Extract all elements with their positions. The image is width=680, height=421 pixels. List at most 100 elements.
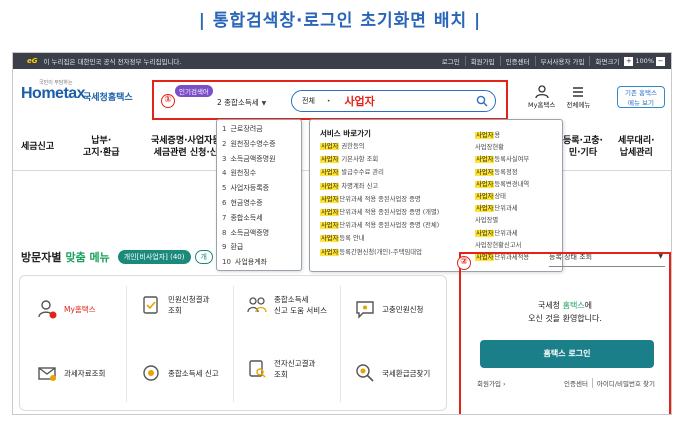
service-link[interactable]: 사업자 권한등의 — [320, 140, 439, 153]
nav-item-certificates[interactable]: 국세증명·사업자등 세금관련 신청·신 — [151, 135, 221, 159]
popular-item[interactable]: 2 원천징수영수증 — [217, 137, 301, 152]
service-link[interactable]: 사업자 차명계좌 신고 — [320, 180, 439, 193]
service-link-text: 단위과세 — [494, 205, 518, 213]
zoom-in-button[interactable]: + — [624, 56, 634, 66]
nav-item-line1: 등록·고충· — [563, 136, 603, 146]
nav-item-line2: 세금관련 신청·신 — [153, 148, 219, 158]
tab-next[interactable]: 개 — [194, 250, 213, 264]
popular-item[interactable]: 4 원천징수 — [217, 166, 301, 181]
popular-item[interactable]: 10 사업용계좌 — [217, 255, 301, 270]
popular-text: 종합소득세 — [230, 213, 263, 222]
popular-item[interactable]: 7 종합소득세 — [217, 211, 301, 226]
nav-item-tax-filing[interactable]: 세금신고 — [21, 141, 54, 153]
service-shortcut-panel: 서비스 바로가기 사업자 권한등의 사업자 기본사항 조회 사업자 발급수수료 … — [309, 119, 563, 272]
service-link-text: 사업장현황신고서 — [475, 241, 522, 249]
dept-user-signup-link[interactable]: 부서사용자 가입 — [534, 56, 590, 66]
keyword-highlight: 사업자 — [475, 205, 495, 213]
tile-income-tax-filing[interactable]: 종합소득세 신고 — [140, 362, 219, 384]
service-link[interactable]: 사업자상태 — [475, 191, 529, 203]
nav-item-complaints[interactable]: 등록·고충· 민·기타 — [563, 135, 603, 159]
service-link-text: 사업장현황 — [475, 144, 504, 152]
service-link[interactable]: 사업자등록간편신청(개인)-주택임대업 — [320, 246, 439, 259]
service-link[interactable]: 사업자 기본사항 조회 — [320, 153, 439, 166]
tile-my-hometax[interactable]: My홈택스 — [36, 298, 96, 320]
screen-size-label: 화면크기 — [589, 56, 624, 66]
service-link[interactable]: 사업장현황 — [475, 142, 529, 154]
tile-e-filing-result[interactable]: 전자신고결과 조회 — [246, 358, 315, 380]
my-hometax-button[interactable]: My홈택스 — [528, 85, 555, 109]
signup-label: 회원가입 — [477, 380, 501, 388]
keyword-highlight: 사업자 — [320, 195, 340, 203]
keyword-highlight: 사업자 — [320, 222, 340, 230]
classic-menu-button[interactable]: 기존 홈택스 메뉴 보기 — [617, 86, 665, 108]
marker-two: ② — [457, 256, 471, 270]
tile-label-line2: 신고 도움 서비스 — [274, 306, 328, 315]
popular-text: 사업자등록증 — [230, 184, 270, 193]
popular-item[interactable]: 9 환급 — [217, 240, 301, 255]
tile-grievance[interactable]: 고충민원신청 — [354, 298, 423, 320]
cert-center-link[interactable]: 인증센터 — [560, 378, 592, 388]
service-link[interactable]: 사업자단위과세 적용 종된사업장 증명 — [320, 193, 439, 206]
keyword-highlight: 사업자 — [475, 156, 495, 164]
chat-icon — [356, 301, 374, 319]
popular-text: 소득금액증명원 — [230, 154, 276, 163]
tile-label: 종합소득세 신고 도움 서비스 — [274, 294, 327, 316]
find-id-password-link[interactable]: 아이디/비밀번호 찾기 — [591, 378, 659, 388]
keyword-highlight: 사업자 — [320, 248, 340, 256]
service-link[interactable]: 사업자등록사실여부 — [475, 154, 529, 166]
service-link[interactable]: 사업자등록 안내 — [320, 232, 439, 245]
all-menu-button[interactable]: 전체메뉴 — [566, 85, 590, 109]
service-link[interactable]: 사업자단위과세 적용 종된사업장 증명 (전체) — [320, 219, 439, 232]
tile-income-tax-help[interactable]: 종합소득세 신고 도움 서비스 — [246, 294, 327, 316]
popular-text: 사업용계좌 — [234, 258, 268, 267]
hometax-login-button[interactable]: 홈택스 로그인 — [480, 340, 654, 368]
all-menu-label: 전체메뉴 — [566, 101, 591, 109]
zoom-out-button[interactable]: − — [656, 56, 665, 66]
service-link[interactable]: 사업자단위과세 적용 종된사업장 증명 (개별) — [320, 206, 439, 219]
document-search-icon — [249, 360, 266, 378]
service-link[interactable]: 사업자등록정정 — [475, 167, 529, 179]
header-icons: My홈택스 전체메뉴 — [528, 85, 590, 109]
welcome-post: 에 — [584, 301, 593, 310]
zoom-control: + 100% − — [624, 56, 665, 66]
service-link-text: 용 — [494, 132, 501, 139]
hometax-logo[interactable]: 국민이 부담하는 Hometax 국세청홈택스 — [21, 80, 133, 103]
service-link-text: 단위과세 — [494, 229, 518, 237]
popular-rank: 9 — [222, 243, 227, 252]
service-link[interactable]: 사업자용 — [475, 130, 529, 142]
login-link[interactable]: 로그인 — [437, 56, 465, 66]
nav-item-tax-agent[interactable]: 세무대리· 납세관리 — [618, 135, 655, 159]
popular-text: 현금영수증 — [230, 198, 263, 207]
service-link-text: 등록간편신청(개인)-주택임대업 — [339, 248, 422, 256]
popular-item[interactable]: 6 현금영수증 — [217, 196, 301, 211]
signup-link[interactable]: 회원가입 › — [477, 378, 506, 388]
cert-center-link[interactable]: 인증센터 — [499, 56, 535, 66]
login-right-links: 인증센터 아이디/비밀번호 찾기 — [560, 378, 659, 388]
popular-rank: 4 — [222, 169, 227, 178]
signup-link[interactable]: 회원가입 — [464, 56, 500, 66]
tab-individual-nonbusiness[interactable]: 개인[비사업자] (40) — [117, 250, 191, 264]
tile-label: My홈택스 — [64, 304, 96, 314]
service-link[interactable]: 사업장현황신고서 — [475, 240, 529, 252]
popular-item[interactable]: 5 사업자등록증 — [217, 181, 301, 196]
nav-item-line2: 민·기타 — [568, 148, 598, 158]
service-link[interactable]: 사업자단위과세 — [475, 203, 529, 215]
tile-complaint-result[interactable]: 민원신청결과 조회 — [140, 294, 209, 316]
service-link[interactable]: 사업자 발급수수료 관리 — [320, 166, 439, 179]
tile-tax-refund-search[interactable]: 국세환급금찾기 — [354, 362, 430, 384]
service-link-text: 발급수수료 관리 — [339, 169, 384, 177]
coin-search-icon — [356, 364, 374, 382]
service-link-text: 단위과세 적용 종된사업장 증명 (전체) — [339, 222, 440, 230]
nav-item-payment[interactable]: 납부· 고지·환급 — [83, 135, 120, 159]
logo-slogan: 국민이 부담하는 — [39, 80, 73, 86]
visitor-label: 방문자별 — [21, 251, 62, 264]
popular-item[interactable]: 3 소득금액증명원 — [217, 152, 301, 167]
service-link[interactable]: 사업자단위과세 — [475, 228, 529, 240]
service-link[interactable]: 사업자등록변경내역 — [475, 179, 529, 191]
tile-tax-data[interactable]: 과세자료조회 — [36, 362, 105, 384]
service-list-left: 사업자 권한등의 사업자 기본사항 조회 사업자 발급수수료 관리 사업자 차명… — [320, 140, 439, 259]
login-area-highlight — [459, 252, 671, 414]
popular-item[interactable]: 8 소득금액증명 — [217, 226, 301, 241]
service-link[interactable]: 사업장별 — [475, 215, 529, 227]
popular-item[interactable]: 1 근로장려금 — [217, 122, 301, 137]
